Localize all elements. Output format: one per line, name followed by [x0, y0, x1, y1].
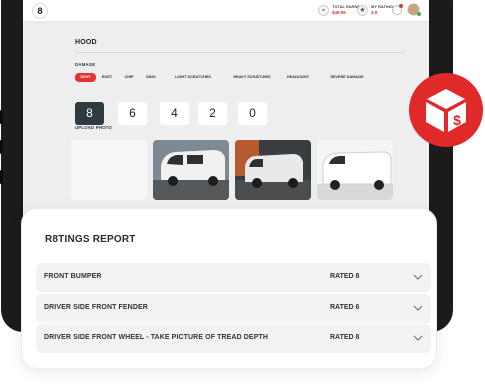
chevron-down-icon[interactable]: [413, 272, 423, 282]
rating-6-button[interactable]: 6: [118, 102, 147, 125]
damage-chip-ding[interactable]: DING: [143, 73, 159, 82]
online-indicator: [417, 12, 421, 16]
panel-title: HOOD: [75, 39, 97, 46]
damage-chip-rust[interactable]: RUST: [99, 73, 115, 82]
rating-8-button[interactable]: 8: [75, 102, 104, 125]
van-photo[interactable]: [153, 140, 229, 200]
top-bar: 8 ▪ TOTAL EARNED $49.99 ★ MY RATING 4.9: [23, 0, 429, 22]
tablet-side-button: [0, 140, 3, 154]
my-rating-label: MY RATING: [371, 4, 394, 9]
divider: [75, 52, 405, 53]
damage-chip-headlight[interactable]: HEADLIGHT: [283, 73, 313, 82]
damage-chip-dent[interactable]: DENT: [75, 73, 96, 82]
notification-dot: [399, 4, 403, 8]
marketing-composite: 8 ▪ TOTAL EARNED $49.99 ★ MY RATING 4.9 …: [0, 0, 485, 385]
report-row-name: DRIVER SIDE FRONT FENDER: [44, 304, 148, 311]
total-earned-value: $49.99: [332, 10, 346, 15]
report-title: R8TINGS REPORT: [45, 234, 136, 245]
damage-chip-severe-damage[interactable]: SEVERE DAMAGE: [323, 73, 371, 82]
report-row-name: DRIVER SIDE FRONT WHEEL - TAKE PICTURE O…: [44, 334, 268, 341]
chevron-down-icon[interactable]: [413, 303, 423, 313]
tablet-side-button: [0, 110, 3, 124]
report-row-name: FRONT BUMPER: [44, 273, 102, 280]
ratings-report-card: R8TINGS REPORT FRONT BUMPER RATED 8 DRIV…: [21, 208, 437, 369]
dollar-symbol: $: [453, 112, 461, 128]
rating-2-button[interactable]: 2: [198, 102, 227, 125]
my-rating-value: 4.9: [371, 10, 378, 15]
chevron-down-icon[interactable]: [413, 333, 423, 343]
report-row-rating: RATED 8: [330, 273, 360, 280]
box-dollar-icon: $: [409, 73, 483, 147]
report-row-rating: RATED 6: [330, 304, 360, 311]
star-icon: ★: [357, 5, 368, 16]
damage-chip-light-scratches[interactable]: LIGHT SCRATCHES: [167, 73, 219, 82]
wallet-icon: ▪: [318, 5, 329, 16]
van-photo[interactable]: [235, 140, 311, 200]
damage-label: DAMAGE: [75, 62, 96, 67]
report-row-driver-side-front-fender[interactable]: DRIVER SIDE FRONT FENDER RATED 6: [36, 294, 431, 323]
tablet-side-button: [0, 170, 3, 184]
app-logo[interactable]: 8: [32, 3, 48, 19]
upload-photo-label: UPLOAD PHOTO: [75, 125, 112, 130]
rating-4-button[interactable]: 4: [160, 102, 189, 125]
rating-0-button[interactable]: 0: [238, 102, 267, 125]
van-photo[interactable]: [317, 140, 393, 200]
report-row-rating: RATED 8: [330, 334, 360, 341]
damage-chip-chip[interactable]: CHIP: [121, 73, 137, 82]
report-row-driver-side-front-wheel[interactable]: DRIVER SIDE FRONT WHEEL - TAKE PICTURE O…: [36, 324, 431, 353]
damage-chip-heavy-scratches[interactable]: HEAVY SCRATCHES: [226, 73, 278, 82]
report-row-front-bumper[interactable]: FRONT BUMPER RATED 8: [36, 263, 431, 292]
upload-photo-slot[interactable]: [71, 140, 147, 200]
